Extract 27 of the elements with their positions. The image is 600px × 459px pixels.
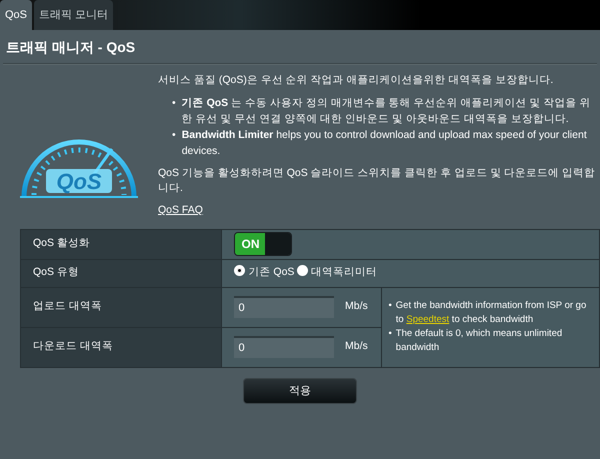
faq-link[interactable]: QoS FAQ	[158, 204, 203, 216]
setting-label: QoS 활성화	[20, 229, 222, 260]
bullet-marker: •	[172, 96, 176, 111]
intro-text: 서비스 품질 (QoS)은 우선 순위 작업과 애플리케이션을위한 대역폭을 보장합니다.	[158, 72, 554, 88]
bandwidth-input[interactable]: 0	[234, 336, 334, 358]
tab[interactable]: 트래픽 모니터	[34, 0, 114, 30]
help-text: Get the bandwidth information from ISP or go to Speedtest to check bandwidth	[396, 299, 588, 328]
radio-option[interactable]: 기존 QoS	[234, 265, 294, 282]
page-title: 트래픽 매니저 - QoS	[5, 38, 136, 57]
tab[interactable]: QoS	[0, 0, 32, 30]
bullet-text: Bandwidth Limiter helps you to control download and upload max speed of your client devices.	[182, 128, 588, 159]
bullet-text: 기존 QoS 는 수동 사용자 정의 매개변수를 통해 우선순위 애플리케이션 및 작업을 위한 유선 및 무선 연결 양쪽에 대한 인바운드 및 아웃바운드 대역폭을 보장합니다.	[182, 96, 592, 127]
bandwidth-input[interactable]: 0	[234, 296, 334, 318]
logo-text: QoS	[56, 168, 102, 194]
unit-label: Mb/s	[344, 299, 368, 314]
bullet-marker: •	[388, 299, 392, 314]
help-text: The default is 0, which means unlimited bandwidth	[396, 327, 564, 356]
bullet-marker: •	[172, 128, 176, 143]
apply-button[interactable]: 적용	[243, 378, 357, 404]
bullet-marker: •	[388, 327, 392, 342]
setting-label: 업로드 대역폭	[20, 287, 222, 328]
setting-label: QoS 유형	[20, 259, 222, 288]
instruction-text: QoS 기능을 활성화하려면 QoS 슬라이드 스위치를 클릭한 후 업로드 및 다운로드에 입력합니다.	[158, 166, 596, 196]
radio-option[interactable]: 대역폭리미터	[297, 265, 378, 282]
setting-label: 다운로드 대역폭	[20, 327, 222, 368]
speedtest-link[interactable]: Speedtest	[406, 314, 450, 326]
unit-label: Mb/s	[344, 339, 368, 354]
